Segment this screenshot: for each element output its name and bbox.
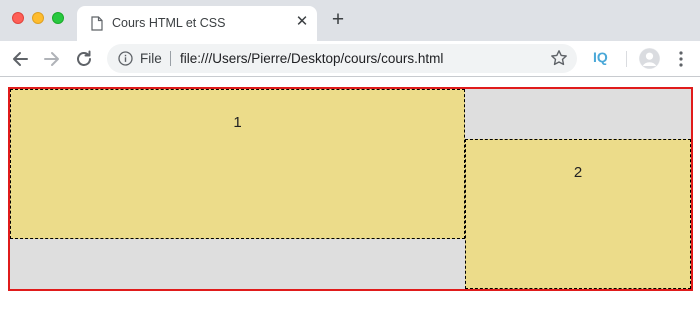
tab-title: Cours HTML et CSS bbox=[112, 16, 226, 30]
toolbar: File file:///Users/Pierre/Desktop/cours/… bbox=[0, 41, 700, 77]
minimize-window-button[interactable] bbox=[32, 12, 44, 24]
box-2-label: 2 bbox=[573, 164, 583, 181]
new-tab-button[interactable]: + bbox=[329, 9, 347, 30]
info-icon[interactable] bbox=[118, 51, 133, 66]
omnibox-divider bbox=[170, 51, 171, 66]
box-2: 2 bbox=[465, 139, 691, 289]
toolbar-divider bbox=[626, 51, 627, 67]
document-icon bbox=[91, 16, 103, 31]
tab-close-button[interactable]: ✕ bbox=[295, 14, 309, 29]
reload-icon[interactable] bbox=[73, 48, 95, 70]
close-window-button[interactable] bbox=[12, 12, 24, 24]
profile-silhouette-icon bbox=[639, 48, 660, 69]
box-1: 1 bbox=[10, 89, 465, 239]
scheme-label: File bbox=[140, 51, 162, 66]
maximize-window-button[interactable] bbox=[52, 12, 64, 24]
flex-container: 1 2 bbox=[8, 87, 693, 291]
address-bar[interactable]: File file:///Users/Pierre/Desktop/cours/… bbox=[107, 44, 577, 73]
star-icon[interactable] bbox=[550, 49, 568, 67]
arrow-right-icon[interactable] bbox=[41, 48, 63, 70]
box-1-label: 1 bbox=[233, 114, 242, 131]
arrow-left-icon[interactable] bbox=[9, 48, 31, 70]
tab-strip: Cours HTML et CSS ✕ + bbox=[0, 0, 700, 41]
url-text[interactable]: file:///Users/Pierre/Desktop/cours/cours… bbox=[180, 51, 443, 66]
avatar-icon[interactable] bbox=[639, 48, 660, 69]
active-tab[interactable]: Cours HTML et CSS ✕ bbox=[77, 6, 317, 41]
kebab-menu-icon[interactable] bbox=[673, 50, 689, 68]
extension-iq-button[interactable]: IQ bbox=[593, 49, 608, 65]
